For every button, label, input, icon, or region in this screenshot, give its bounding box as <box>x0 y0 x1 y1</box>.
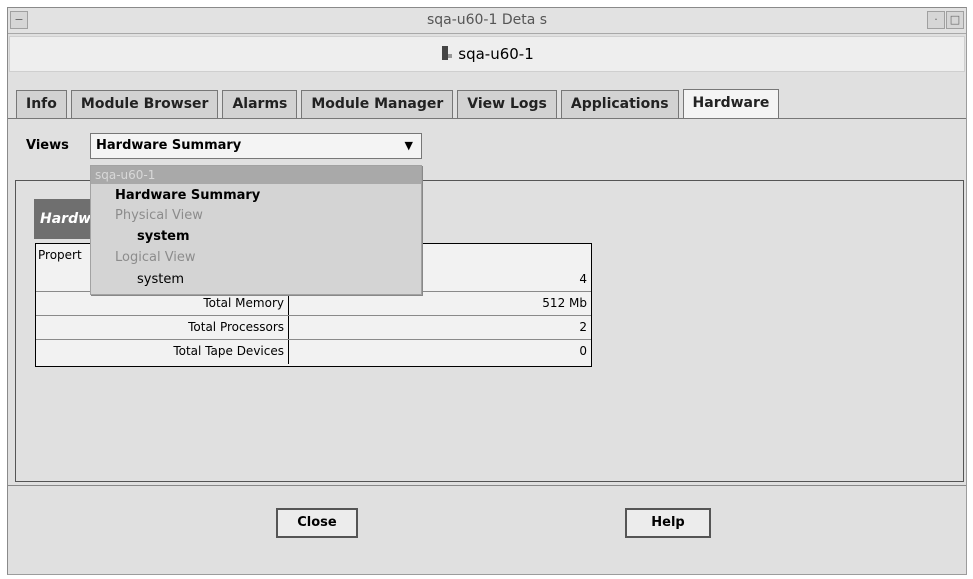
table-row: Total Memory 512 Mb <box>36 292 591 316</box>
tab-bar: Info Module Browser Alarms Module Manage… <box>16 89 783 119</box>
window-title: sqa-u60-1 Deta s <box>426 12 548 28</box>
dropdown-item-logical-view: Logical View <box>115 250 196 265</box>
value-cell: 2 <box>579 320 587 334</box>
tab-module-browser[interactable]: Module Browser <box>70 90 219 118</box>
value-cell: 0 <box>579 344 587 358</box>
dropdown-host-header: sqa-u60-1 <box>91 166 421 184</box>
tab-alarms[interactable]: Alarms <box>222 90 298 118</box>
views-selected-value: Hardware Summary <box>96 138 242 153</box>
host-header: sqa-u60-1 <box>9 36 965 72</box>
property-cell: Total Tape Devices <box>36 340 289 364</box>
maximize-icon[interactable]: □ <box>946 11 964 29</box>
views-label: Views <box>26 138 69 153</box>
help-button[interactable]: Help <box>625 508 711 538</box>
host-icon <box>440 46 454 62</box>
dropdown-item-physical-system[interactable]: system <box>137 229 190 244</box>
table-row: Total Tape Devices 0 <box>36 340 591 364</box>
tab-divider <box>8 118 966 119</box>
tab-module-manager[interactable]: Module Manager <box>301 90 454 118</box>
table-row: Total Processors 2 <box>36 316 591 340</box>
close-button[interactable]: Close <box>276 508 358 538</box>
views-dropdown-list: sqa-u60-1 Hardware Summary Physical View… <box>90 165 422 295</box>
tab-view-logs[interactable]: View Logs <box>457 90 557 118</box>
tab-info[interactable]: Info <box>16 90 67 118</box>
views-select[interactable]: Hardware Summary ▼ <box>90 133 422 159</box>
chevron-down-icon[interactable]: ▼ <box>405 134 413 158</box>
tab-hardware[interactable]: Hardware <box>682 89 780 119</box>
details-window: − sqa-u60-1 Deta s · □ sqa-u60-1 Info Mo… <box>7 7 967 575</box>
value-cell: 512 Mb <box>542 296 587 310</box>
minimize-icon[interactable]: · <box>927 11 945 29</box>
title-bar[interactable]: − sqa-u60-1 Deta s · □ <box>8 8 966 34</box>
footer-divider <box>8 485 966 486</box>
host-label: sqa-u60-1 <box>458 45 534 63</box>
property-cell: Total Processors <box>36 316 289 339</box>
dropdown-item-logical-system[interactable]: system <box>137 272 184 287</box>
property-cell: Total Memory <box>36 292 289 315</box>
tab-applications[interactable]: Applications <box>560 90 679 118</box>
dropdown-item-physical-view: Physical View <box>115 208 203 223</box>
dropdown-item-hardware-summary[interactable]: Hardware Summary <box>115 188 260 203</box>
